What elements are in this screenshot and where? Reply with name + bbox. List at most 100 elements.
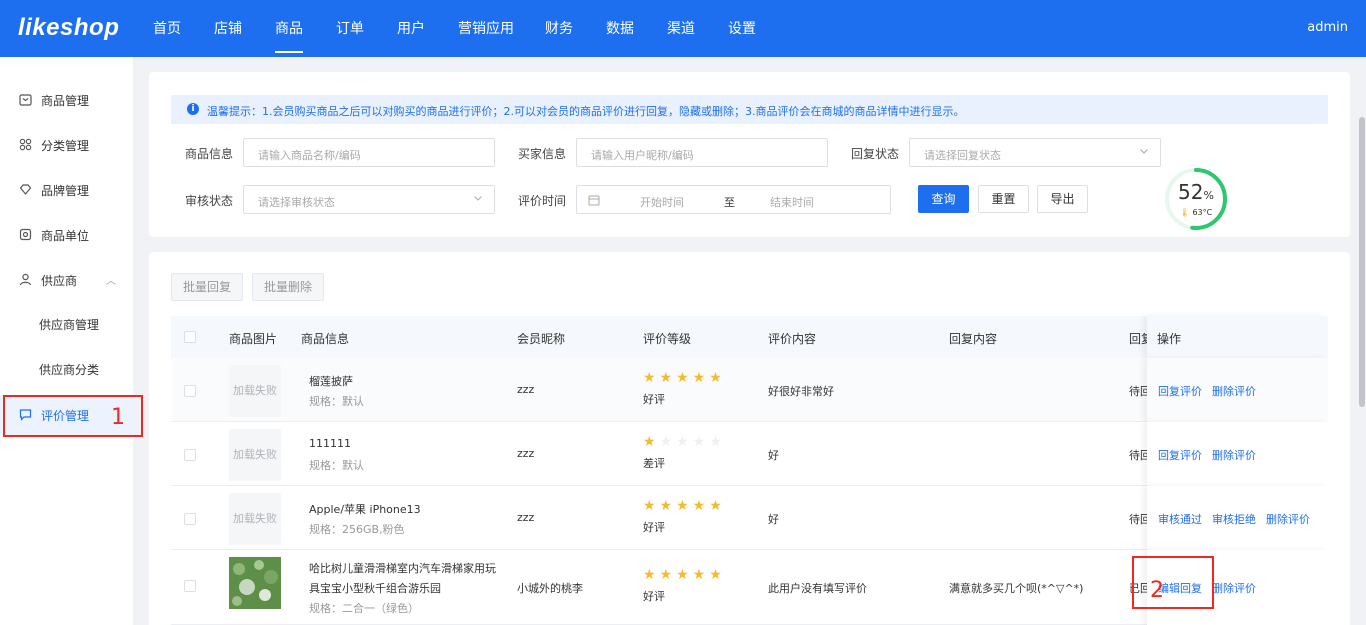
sidebar-item-label: 供应商分类 [39,363,100,377]
table-header: 商品图片 商品信息 会员昵称 评价等级 评价内容 回复内容 回复 操作 [171,316,1328,358]
scrollbar-thumb[interactable] [1359,117,1365,407]
nav-users[interactable]: 用户 [397,18,425,38]
comment-content: 此用户没有填写评价 [768,582,867,595]
supplier-icon [19,273,32,286]
sidebar: 商品管理 分类管理 品牌管理 商品单位 供应商 ︿ 供应商管理 供应商分类 评价… [0,57,133,625]
sidebar-item-brand[interactable]: 品牌管理 [0,170,133,210]
sidebar-item-unit[interactable]: 商品单位 [0,215,133,255]
approve-link[interactable]: 审核通过 [1158,511,1202,527]
export-button[interactable]: 导出 [1037,185,1088,213]
row-checkbox[interactable] [184,449,196,461]
member-nickname: zzz [517,383,535,396]
audit-status-placeholder: 请选择审核状态 [258,196,335,209]
sidebar-item-supplier-manage[interactable]: 供应商管理 [0,304,133,344]
rating-level: 好评 [643,521,665,534]
comment-content: 好 [768,449,779,462]
reply-status-placeholder: 请选择回复状态 [924,149,1001,162]
th-content: 评价内容 [768,332,817,346]
reply-status-select[interactable]: 请选择回复状态 [909,138,1161,167]
delete-comment-link[interactable]: 删除评价 [1212,383,1256,399]
goods-spec: 规格：二合一（绿色） [309,602,419,615]
table-row: 加载失败 榴莲披萨 规格：默认 zzz ★★★★★ 好评 好很好非常好 待回 回… [171,358,1328,422]
sidebar-item-supplier[interactable]: 供应商 ︿ [0,260,133,300]
page-scrollbar[interactable] [1358,57,1366,625]
ops-cell: 回复评价 删除评价 [1147,422,1328,486]
sidebar-item-category[interactable]: 分类管理 [0,125,133,165]
goods-info-input[interactable]: 请输入商品名称/编码 [243,138,495,167]
audit-status-select[interactable]: 请选择审核状态 [243,185,495,214]
goods-spec: 规格：默认 [309,459,364,472]
nav-home[interactable]: 首页 [153,18,181,38]
row-checkbox[interactable] [184,385,196,397]
annotation-number-2: 2 [1150,578,1164,603]
goods-spec: 规格：默认 [309,395,364,408]
chevron-down-icon [1140,149,1148,154]
reply-comment-link[interactable]: 回复评价 [1158,383,1202,399]
query-button[interactable]: 查询 [918,185,969,213]
reply-status-label: 回复状态 [851,147,900,161]
buyer-info-input[interactable]: 请输入用户昵称/编码 [576,138,828,167]
th-level: 评价等级 [643,332,692,346]
delete-comment-link[interactable]: 删除评价 [1212,447,1256,463]
nav-channels[interactable]: 渠道 [667,18,695,38]
nav-finance[interactable]: 财务 [545,18,573,38]
category-icon [19,138,32,151]
calendar-icon [588,195,600,206]
table-row: 加载失败 111111 规格：默认 zzz ★★★★★ 差评 好 待回 回复评价… [171,422,1328,486]
goods-name: 哈比树儿童滑滑梯室内汽车滑梯家用玩 [309,562,496,575]
sidebar-item-goods[interactable]: 商品管理 [0,80,133,120]
sidebar-item-label: 供应商管理 [39,318,100,332]
delete-comment-link[interactable]: 删除评价 [1212,580,1256,596]
member-nickname: zzz [517,447,535,460]
nav-store[interactable]: 店铺 [214,18,242,38]
annotation-number-1: 1 [111,405,125,430]
rating-level: 好评 [643,393,665,406]
ops-cell: 回复评价 删除评价 [1147,358,1328,422]
rating-stars: ★★★★★ [643,498,726,514]
goods-info-label: 商品信息 [185,147,234,161]
th-image: 商品图片 [229,332,278,346]
goods-name: 111111 [309,437,351,450]
chevron-down-icon [474,196,482,201]
batch-delete-button[interactable]: 批量删除 [252,273,324,301]
sidebar-item-label: 商品管理 [41,94,90,108]
th-nickname: 会员昵称 [517,332,566,346]
sidebar-item-label: 供应商 [41,274,78,288]
nav-marketing[interactable]: 营销应用 [458,18,514,38]
sidebar-item-supplier-category[interactable]: 供应商分类 [0,349,133,389]
row-checkbox[interactable] [184,580,196,592]
start-time-input[interactable]: 开始时间 [640,194,684,210]
nav-goods[interactable]: 商品 [275,18,303,53]
reset-button[interactable]: 重置 [978,185,1029,213]
nav-data[interactable]: 数据 [606,18,634,38]
nav-settings[interactable]: 设置 [728,18,756,38]
row-checkbox[interactable] [184,513,196,525]
buyer-info-placeholder: 请输入用户昵称/编码 [591,149,694,162]
ops-cell: 审核通过 审核拒绝 删除评价 [1147,486,1328,550]
date-range-picker[interactable]: 开始时间 至 结束时间 [576,185,891,214]
table-row: 加载失败 Apple/苹果 iPhone13 规格：256GB,粉色 zzz ★… [171,486,1328,550]
delete-comment-link[interactable]: 删除评价 [1266,511,1310,527]
goods-name-line2: 具宝宝小型秋千组合游乐园 [309,582,441,595]
goods-image: 加载失败 [229,493,281,545]
th-ops: 操作 [1157,332,1182,346]
rating-stars: ★★★★★ [643,567,726,583]
goods-name: 榴莲披萨 [309,375,353,388]
nav-orders[interactable]: 订单 [336,18,364,38]
th-ops-cell: 操作 [1147,316,1328,358]
reject-link[interactable]: 审核拒绝 [1212,511,1256,527]
end-time-input[interactable]: 结束时间 [770,194,814,210]
batch-reply-button[interactable]: 批量回复 [171,273,243,301]
logo[interactable]: likeshop [18,14,119,42]
reply-content: 满意就多买几个呗(*^▽^*) [949,582,1084,595]
cpu-gauge-widget: 52% 🌡 63°C [1163,166,1229,232]
user-menu[interactable]: admin [1307,20,1348,35]
select-all-checkbox[interactable] [184,331,196,343]
goods-info-placeholder: 请输入商品名称/编码 [258,149,361,162]
sidebar-item-label: 品牌管理 [41,184,90,198]
member-nickname: zzz [517,511,535,524]
goods-spec: 规格：256GB,粉色 [309,523,405,536]
gauge-percent: 52% [1178,180,1214,204]
rating-stars: ★★★★★ [643,370,726,386]
reply-comment-link[interactable]: 回复评价 [1158,447,1202,463]
